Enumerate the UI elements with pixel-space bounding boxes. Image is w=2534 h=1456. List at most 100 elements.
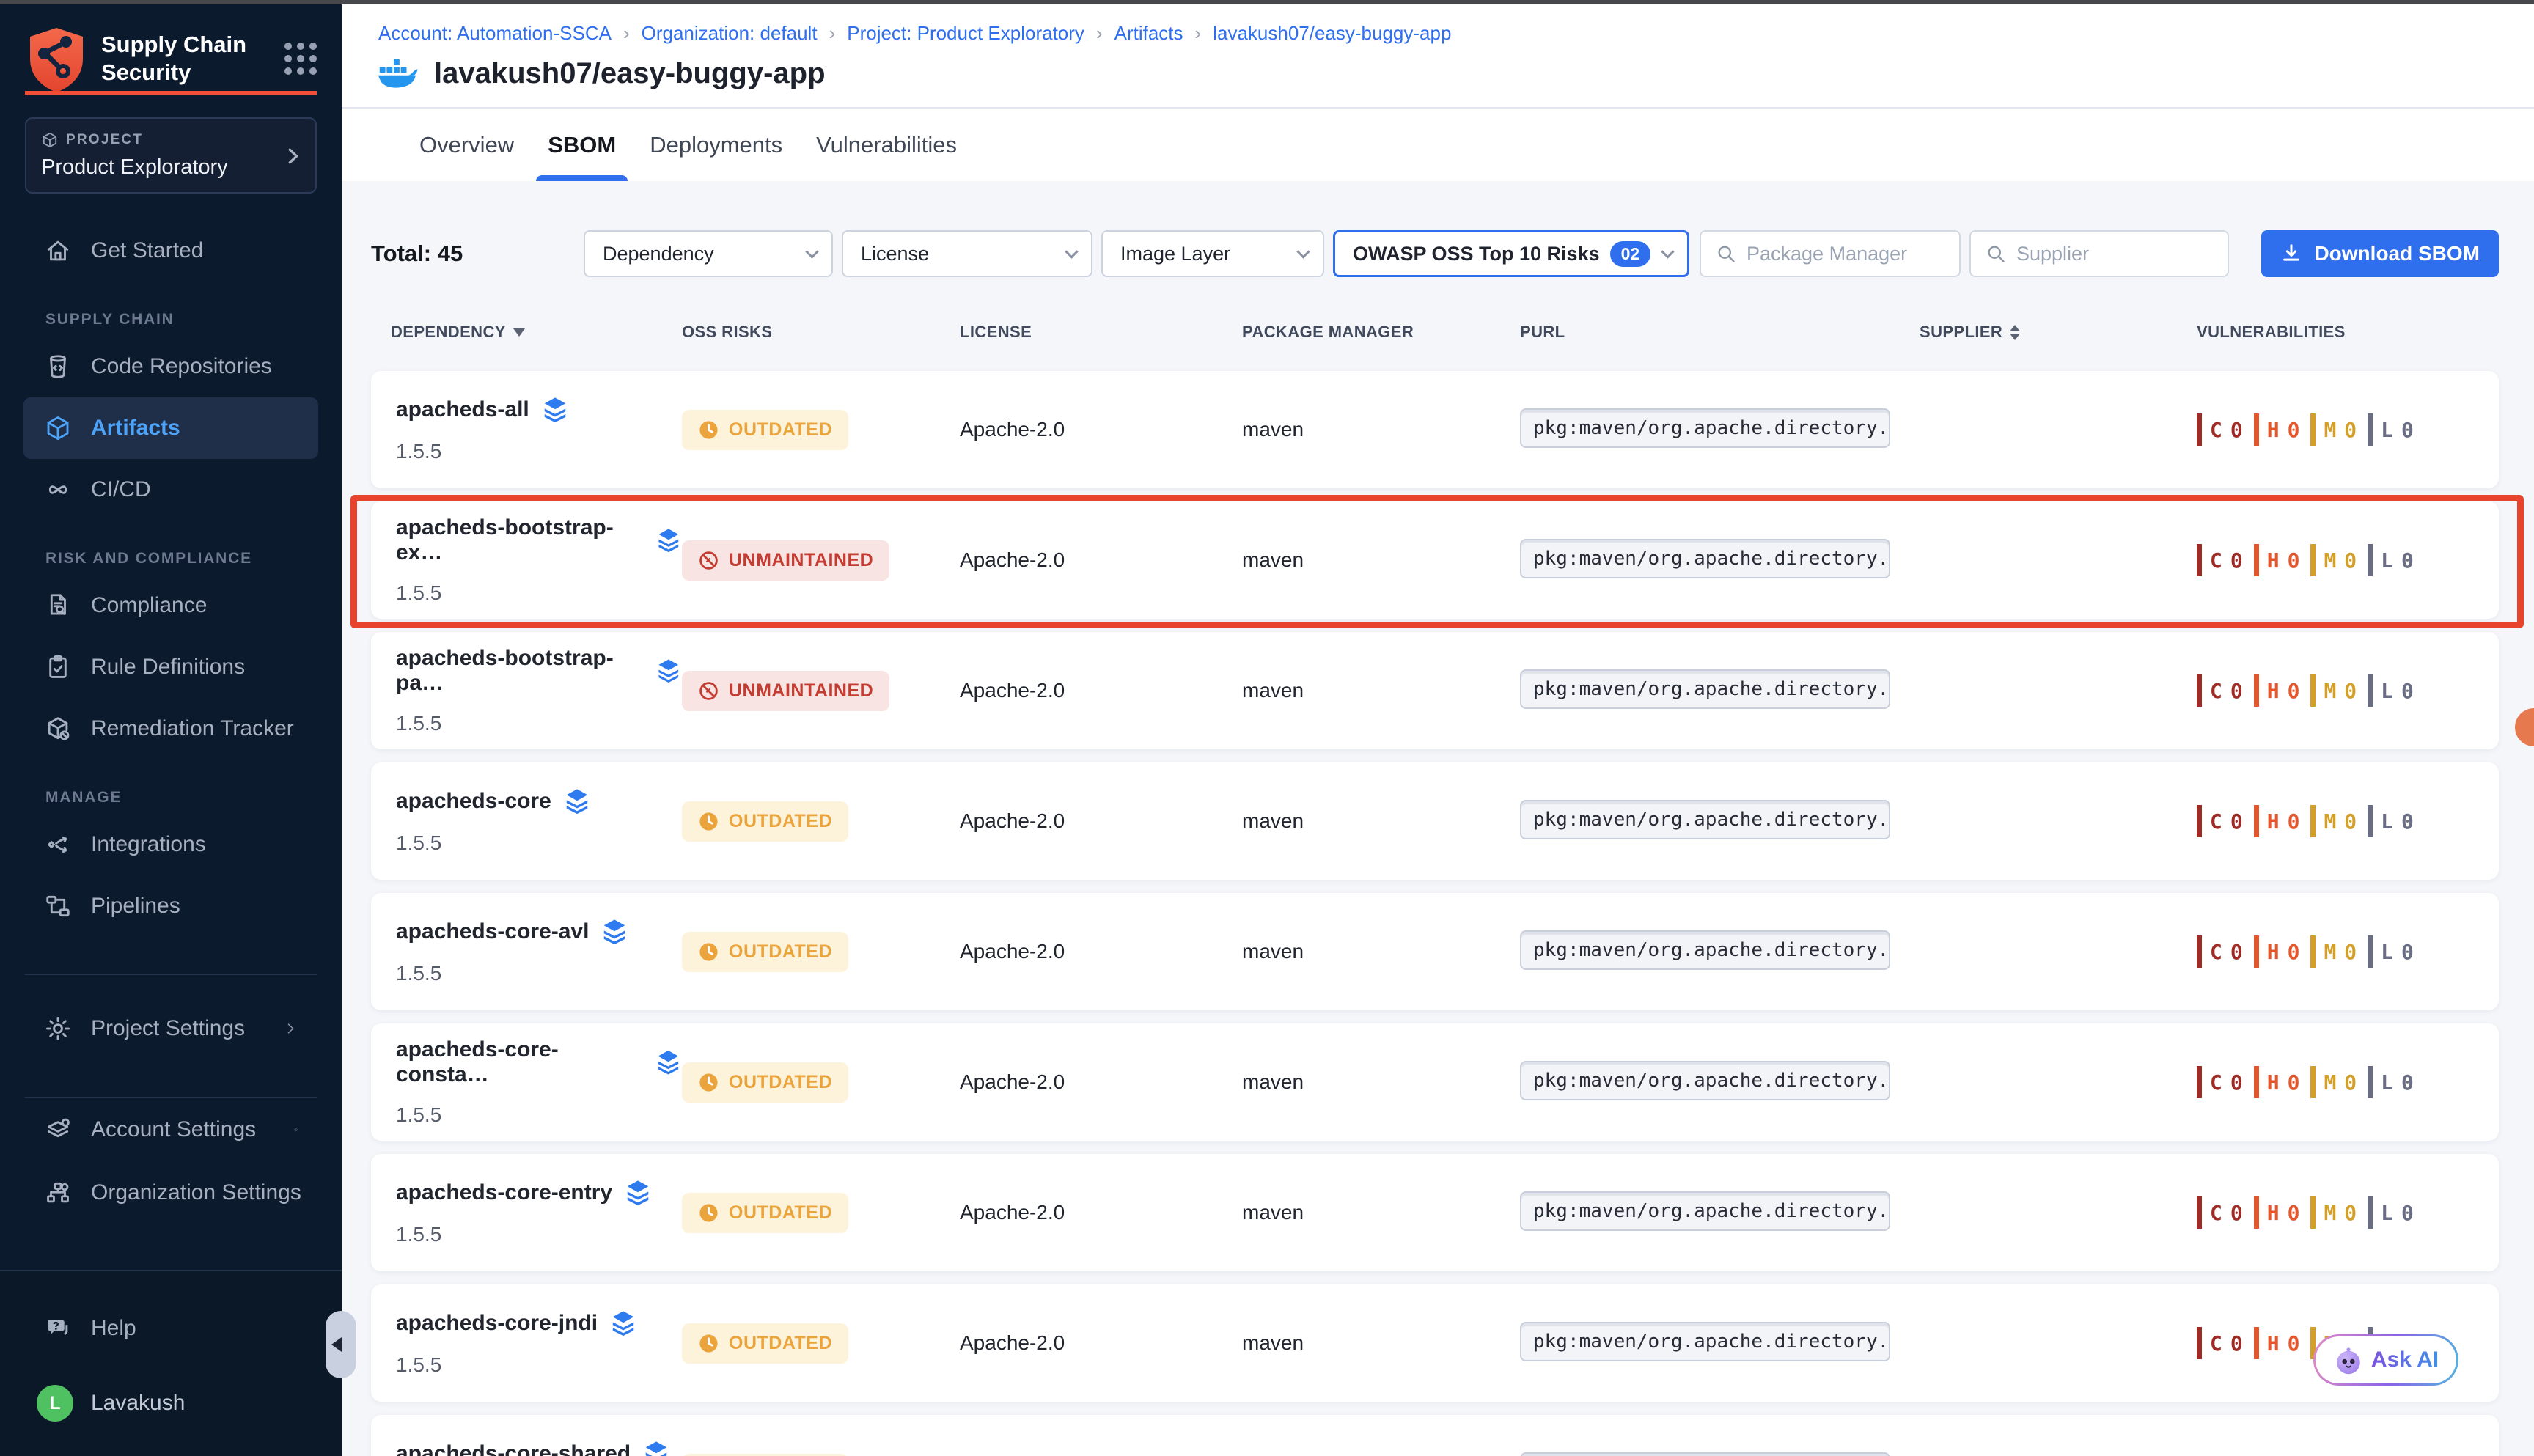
vulnerability-severity-l: L0	[2368, 544, 2414, 576]
oss-risk-badge: OUTDATED	[682, 1323, 848, 1364]
table-row[interactable]: apacheds-bootstrap-ex… 1.5.5 UNMAINTAINE…	[371, 501, 2499, 619]
table-header: DEPENDENCYOSS RISKSLICENSEPACKAGE MANAGE…	[371, 323, 2499, 342]
dependency-filter-dropdown[interactable]: Dependency	[584, 230, 833, 277]
clock-icon	[698, 811, 719, 832]
tab-vulnerabilities[interactable]: Vulnerabilities	[816, 109, 957, 181]
sidebar-item-pipelines[interactable]: Pipelines	[23, 875, 318, 937]
supplier-search[interactable]	[1969, 230, 2229, 277]
breadcrumb-link[interactable]: Artifacts	[1114, 22, 1183, 45]
package-manager-search[interactable]	[1700, 230, 1961, 277]
sidebar-item-label: Remediation Tracker	[91, 716, 294, 741]
purl-chip[interactable]: pkg:maven/org.apache.directory.s…	[1520, 669, 1890, 709]
vulnerability-severity-h: H0	[2254, 935, 2300, 968]
sidebar-item-label: CI/CD	[91, 477, 151, 502]
sidebar-item-compliance[interactable]: Compliance	[23, 575, 318, 636]
column-header-vulnerabilities[interactable]: VULNERABILITIES	[2197, 323, 2499, 342]
table-row[interactable]: apacheds-bootstrap-pa… 1.5.5 UNMAINTAINE…	[371, 632, 2499, 749]
oss-risk-cell: OUTDATED	[682, 801, 960, 842]
severity-count: 0	[2401, 548, 2414, 573]
severity-letter: L	[2381, 1070, 2393, 1095]
column-header-dependency[interactable]: DEPENDENCY	[371, 323, 682, 342]
search-icon	[1986, 243, 2006, 264]
sort-desc-icon[interactable]	[513, 328, 525, 337]
window-top-strip	[0, 0, 2534, 4]
package-manager-cell: maven	[1242, 679, 1520, 702]
sidebar-item-rule-definitions[interactable]: Rule Definitions	[23, 636, 318, 698]
table-row[interactable]: apacheds-core 1.5.5 OUTDATED Apache-2.0 …	[371, 762, 2499, 880]
sidebar-item-label: Rule Definitions	[91, 655, 245, 680]
supplier-search-input[interactable]	[2016, 243, 2213, 265]
column-header-license[interactable]: LICENSE	[960, 323, 1242, 342]
breadcrumb: Account: Automation-SSCA › Organization: d…	[378, 22, 1451, 45]
severity-letter: C	[2210, 418, 2222, 442]
sidebar-item-artifacts[interactable]: Artifacts	[23, 397, 318, 459]
severity-letter: M	[2324, 940, 2336, 964]
sort-icon[interactable]	[2010, 325, 2020, 340]
tab-overview[interactable]: Overview	[419, 109, 514, 181]
purl-chip[interactable]: pkg:maven/org.apache.directory.s…	[1520, 930, 1890, 970]
column-header-oss-risks[interactable]: OSS RISKS	[682, 323, 960, 342]
sidebar-item-help[interactable]: Help	[23, 1298, 318, 1359]
sidebar-item-account-settings[interactable]: Account Settings	[23, 1098, 318, 1161]
layers-icon	[601, 918, 628, 946]
oss-risk-cell: UNMAINTAINED	[682, 671, 960, 711]
severity-count: 0	[2288, 418, 2300, 442]
purl-chip[interactable]: pkg:maven/org.apache.directory.s…	[1520, 539, 1890, 578]
sidebar-collapse-handle[interactable]	[326, 1311, 356, 1378]
breadcrumb-link[interactable]: Organization: default	[642, 22, 818, 45]
purl-chip[interactable]: pkg:maven/org.apache.directory.s…	[1520, 1061, 1890, 1100]
purl-chip[interactable]: pkg:maven/org.apache.directory.s…	[1520, 800, 1890, 839]
ask-ai-button[interactable]: Ask AI	[2313, 1334, 2458, 1386]
project-name: Product Exploratory	[41, 155, 301, 180]
sidebar-item-remediation-tracker[interactable]: Remediation Tracker	[23, 698, 318, 760]
tab-deployments[interactable]: Deployments	[650, 109, 782, 181]
table-row[interactable]: apacheds-core-shared 1.5.5 OUTDATED Apac…	[371, 1415, 2499, 1456]
tab-sbom[interactable]: SBOM	[548, 109, 616, 181]
purl-chip[interactable]: pkg:maven/org.apache.directory.s…	[1520, 1322, 1890, 1361]
column-header-purl[interactable]: PURL	[1520, 323, 1920, 342]
table-row[interactable]: apacheds-core-avl 1.5.5 OUTDATED Apache-…	[371, 893, 2499, 1010]
chevron-right-icon	[283, 1017, 298, 1040]
severity-count: 0	[2401, 940, 2414, 964]
layers-icon	[642, 1440, 670, 1456]
severity-bar	[2310, 1066, 2316, 1098]
breadcrumb-link[interactable]: Project: Product Exploratory	[847, 22, 1084, 45]
sidebar-item-organization-settings[interactable]: Organization Settings	[23, 1161, 318, 1224]
oss-risk-label: UNMAINTAINED	[729, 680, 873, 702]
license-cell: Apache-2.0	[960, 1070, 1242, 1094]
sidebar-item-get-started[interactable]: Get Started	[23, 220, 318, 282]
breadcrumb-separator: ›	[1195, 22, 1202, 45]
package-manager-search-input[interactable]	[1747, 243, 1944, 265]
table-row[interactable]: apacheds-core-entry 1.5.5 OUTDATED Apach…	[371, 1154, 2499, 1271]
sidebar-item-code-repositories[interactable]: Code Repositories	[23, 336, 318, 397]
purl-chip[interactable]: pkg:maven/org.apache.directory.s…	[1520, 1452, 1890, 1456]
sidebar-item-ci-cd[interactable]: CI/CD	[23, 459, 318, 521]
license-filter-dropdown[interactable]: License	[842, 230, 1092, 277]
user-menu[interactable]: L Lavakush	[23, 1380, 318, 1427]
purl-chip[interactable]: pkg:maven/org.apache.directory.s…	[1520, 408, 1890, 448]
module-switcher-icon[interactable]	[284, 43, 317, 75]
column-header-supplier[interactable]: SUPPLIER	[1920, 323, 2197, 342]
oss-risk-cell: OUTDATED	[682, 410, 960, 450]
purl-chip[interactable]: pkg:maven/org.apache.directory.s…	[1520, 1191, 1890, 1231]
brand-accent-line	[25, 91, 317, 95]
sidebar-item-integrations[interactable]: Integrations	[23, 814, 318, 875]
table-row[interactable]: apacheds-core-jndi 1.5.5 OUTDATED Apache…	[371, 1284, 2499, 1402]
project-selector[interactable]: PROJECT Product Exploratory	[25, 117, 317, 194]
column-header-package-manager[interactable]: PACKAGE MANAGER	[1242, 323, 1520, 342]
download-sbom-button[interactable]: Download SBOM	[2261, 230, 2499, 277]
severity-letter: M	[2324, 679, 2336, 703]
table-row[interactable]: apacheds-core-consta… 1.5.5 OUTDATED Apa…	[371, 1023, 2499, 1141]
table-row[interactable]: apacheds-all 1.5.5 OUTDATED Apache-2.0 m…	[371, 371, 2499, 488]
vulnerabilities-cell: C0H0M0L0	[2197, 413, 2499, 446]
severity-count: 0	[2288, 1201, 2300, 1225]
oss-risk-cell: OUTDATED	[682, 1323, 960, 1364]
breadcrumb-link[interactable]: Account: Automation-SSCA	[378, 22, 612, 45]
severity-count: 0	[2288, 809, 2300, 834]
severity-count: 0	[2230, 940, 2243, 964]
owasp-risks-filter-dropdown[interactable]: OWASP OSS Top 10 Risks 02	[1333, 230, 1689, 277]
image-layer-filter-dropdown[interactable]: Image Layer	[1101, 230, 1324, 277]
breadcrumb-link[interactable]: lavakush07/easy-buggy-app	[1213, 22, 1451, 45]
supply-chain-security-logo-icon	[26, 26, 87, 94]
sidebar-item-project-settings[interactable]: Project Settings	[23, 997, 318, 1060]
